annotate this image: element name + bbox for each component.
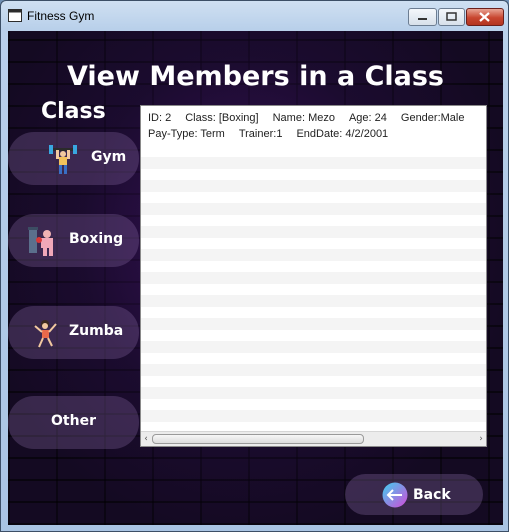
scrollbar-thumb[interactable]	[152, 434, 364, 444]
list-item[interactable]: ID: 2 Class: [Boxing] Name: Mezo Age: 24 Gen…	[148, 112, 478, 124]
maximize-button[interactable]	[438, 8, 465, 26]
dancer-icon	[34, 320, 57, 348]
member-age: Age: 24	[348, 112, 387, 124]
boxer-icon	[28, 227, 53, 256]
scroll-left-icon[interactable]: ‹	[141, 433, 151, 445]
window-title: Fitness Gym	[27, 9, 95, 23]
boxing-class-label: Boxing	[69, 231, 124, 247]
members-list[interactable]: ID: 2 Class: [Boxing] Name: Mezo Age: 24 Gen…	[140, 105, 487, 447]
zumba-class-label: Zumba	[69, 323, 124, 339]
gym-class-button[interactable]: Gym	[8, 132, 139, 185]
title-bar: Fitness Gym	[1, 1, 508, 31]
maximize-icon	[446, 12, 457, 21]
back-button[interactable]: Back	[345, 474, 483, 515]
member-id: ID: 2	[148, 112, 172, 124]
member-trainer: Trainer:1	[238, 128, 283, 140]
member-gender: Gender:Male	[400, 112, 465, 124]
member-class: Class: [Boxing]	[185, 112, 259, 124]
page-title: View Members in a Class	[67, 61, 444, 92]
close-icon	[479, 12, 490, 22]
member-pay-type: Pay-Type: Term	[148, 128, 225, 140]
weightlifter-icon	[49, 145, 77, 174]
horizontal-scrollbar[interactable]: ‹ ›	[141, 431, 486, 446]
list-item-details[interactable]: Pay-Type: Term Trainer:1 EndDate: 4/2/2001	[148, 128, 402, 140]
member-end-date: EndDate: 4/2/2001	[296, 128, 389, 140]
app-window: Fitness Gym View Members in a Class Clas…	[0, 0, 509, 532]
back-button-label: Back	[413, 487, 451, 503]
scroll-right-icon[interactable]: ›	[476, 433, 486, 445]
list-rows	[141, 146, 486, 431]
zumba-class-button[interactable]: Zumba	[8, 306, 139, 359]
boxing-class-button[interactable]: Boxing	[8, 214, 139, 267]
back-arrow-icon	[382, 482, 408, 508]
gym-class-label: Gym	[91, 149, 127, 165]
other-class-label: Other	[51, 413, 96, 429]
close-button[interactable]	[466, 8, 504, 26]
app-window-icon	[8, 9, 22, 22]
class-section-label: Class	[41, 99, 106, 124]
minimize-icon	[418, 18, 427, 20]
minimize-button[interactable]	[408, 8, 437, 26]
other-class-button[interactable]: Other	[8, 396, 139, 449]
main-panel: View Members in a Class Class Gym Boxing…	[8, 31, 503, 525]
member-name: Name: Mezo	[272, 112, 335, 124]
